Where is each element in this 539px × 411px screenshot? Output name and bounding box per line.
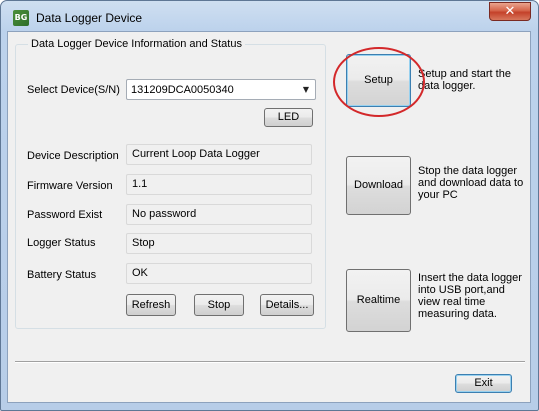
bottom-separator [15, 361, 525, 363]
close-icon: ✕ [504, 4, 516, 19]
device-description-field: Current Loop Data Logger [126, 144, 312, 165]
realtime-button[interactable]: Realtime [346, 269, 411, 332]
app-icon: BG [13, 10, 29, 26]
highlight-circle [333, 47, 425, 117]
logger-status-field: Stop [126, 233, 312, 254]
logger-status-label: Logger Status [27, 237, 96, 249]
window-title: Data Logger Device [36, 11, 143, 25]
chevron-down-icon[interactable]: ▼ [297, 80, 315, 99]
select-device-label: Select Device(S/N) [27, 84, 120, 96]
device-select[interactable]: 131209DCA0050340 ▼ [126, 79, 316, 100]
firmware-version-label: Firmware Version [27, 180, 113, 192]
title-bar[interactable]: BG Data Logger Device ✕ [1, 1, 536, 31]
stop-button[interactable]: Stop [194, 294, 244, 316]
battery-status-label: Battery Status [27, 269, 97, 281]
device-description-label: Device Description [27, 150, 119, 162]
download-button[interactable]: Download [346, 156, 411, 215]
firmware-version-field: 1.1 [126, 174, 312, 195]
battery-status-field: OK [126, 263, 312, 284]
download-description: Stop the data logger and download data t… [418, 165, 524, 201]
details-button[interactable]: Details... [260, 294, 314, 316]
exit-button[interactable]: Exit [455, 374, 512, 393]
group-title: Data Logger Device Information and Statu… [28, 38, 245, 50]
selected-device-value: 131209DCA0050340 [131, 84, 234, 96]
close-button[interactable]: ✕ [489, 2, 531, 21]
realtime-description: Insert the data logger into USB port,and… [418, 272, 522, 320]
password-exist-field: No password [126, 204, 312, 225]
led-button[interactable]: LED [264, 108, 313, 127]
password-exist-label: Password Exist [27, 209, 103, 221]
refresh-button[interactable]: Refresh [126, 294, 176, 316]
setup-description: Setup and start the data logger. [418, 68, 511, 92]
